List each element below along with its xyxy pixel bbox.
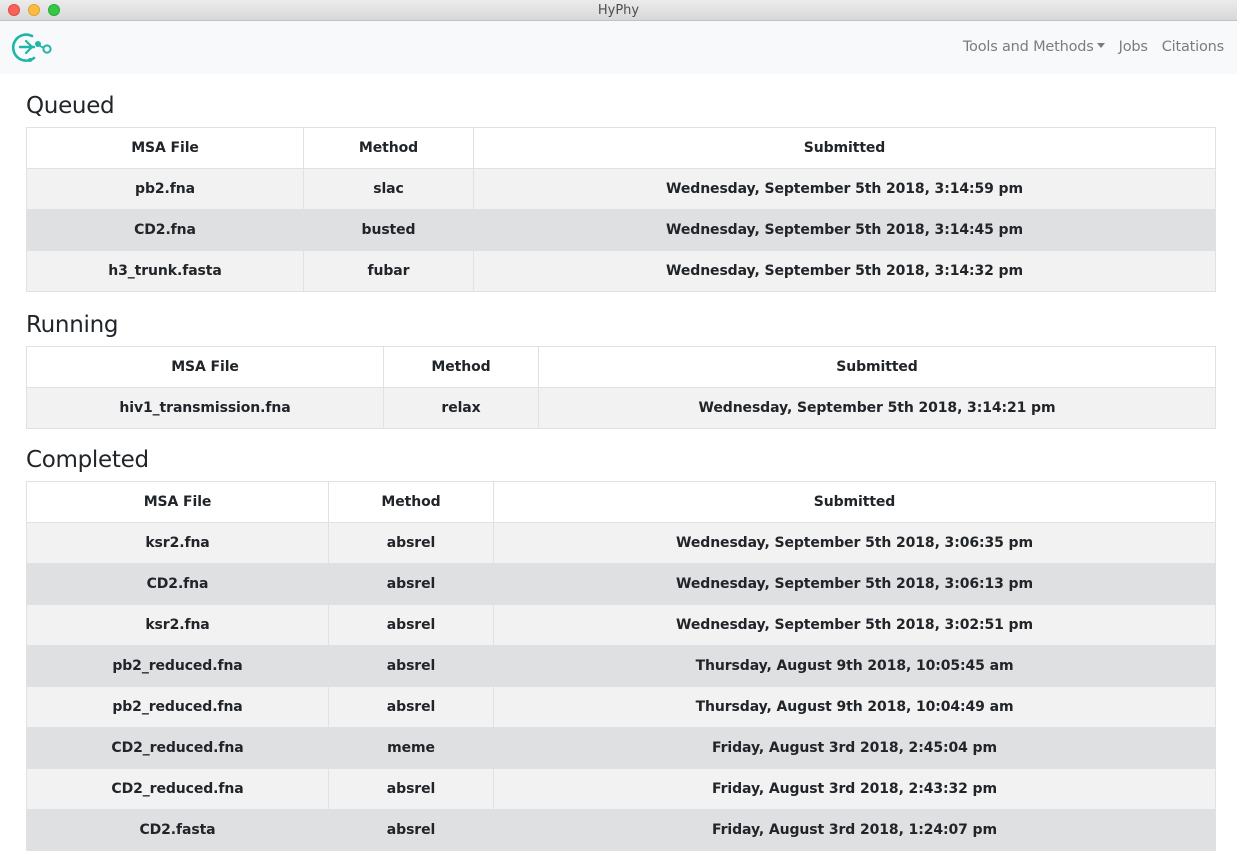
job-row[interactable]: CD2_reduced.fna absrel Friday, August 3rd … — [26, 768, 1216, 810]
job-row[interactable]: pb2_reduced.fna absrel Thursday, August 9t… — [26, 645, 1216, 687]
method-cell: busted — [303, 209, 474, 251]
method-cell: meme — [328, 727, 494, 769]
top-navbar: Tools and Methods Jobs Citations — [0, 21, 1237, 74]
nav-links: Tools and Methods Jobs Citations — [949, 39, 1224, 55]
nav-citations[interactable]: Citations — [1162, 39, 1224, 55]
job-row[interactable]: CD2.fasta absrel Friday, August 3rd 2018, … — [26, 809, 1216, 851]
msa-file-cell: CD2.fna — [26, 209, 304, 251]
method-cell: slac — [303, 168, 474, 210]
msa-file-cell: pb2_reduced.fna — [26, 645, 329, 687]
method-cell: absrel — [328, 686, 494, 728]
job-row[interactable]: ksr2.fna absrel Wednesday, September 5th 2… — [26, 522, 1216, 564]
column-header-method[interactable]: Method — [303, 127, 474, 169]
submitted-cell: Thursday, August 9th 2018, 10:04:49 am — [493, 686, 1216, 728]
msa-file-cell: ksr2.fna — [26, 522, 329, 564]
method-cell: relax — [383, 387, 539, 429]
queued-jobs-table: MSA File Method Submitted pb2.fna slac Wed… — [26, 127, 1216, 292]
submitted-cell: Friday, August 3rd 2018, 1:24:07 pm — [493, 809, 1216, 851]
submitted-cell: Wednesday, September 5th 2018, 3:02:51 p… — [493, 604, 1216, 646]
msa-file-cell: CD2.fna — [26, 563, 329, 605]
method-cell: absrel — [328, 645, 494, 687]
job-row[interactable]: pb2.fna slac Wednesday, September 5th 2018… — [26, 168, 1216, 210]
column-header-submitted[interactable]: Submitted — [493, 481, 1216, 523]
hyphy-logo-icon[interactable] — [10, 30, 54, 64]
job-row[interactable]: CD2_reduced.fna meme Friday, August 3rd 20… — [26, 727, 1216, 769]
job-row[interactable]: CD2.fna busted Wednesday, September 5th 20… — [26, 209, 1216, 251]
method-cell: absrel — [328, 563, 494, 605]
window-title: HyPhy — [597, 3, 640, 18]
msa-file-cell: pb2.fna — [26, 168, 304, 210]
nav-tools-and-methods[interactable]: Tools and Methods — [963, 39, 1105, 55]
method-cell: fubar — [303, 250, 474, 292]
submitted-cell: Wednesday, September 5th 2018, 3:14:45 p… — [473, 209, 1216, 251]
caret-down-icon — [1096, 43, 1105, 48]
column-header-submitted[interactable]: Submitted — [473, 127, 1216, 169]
job-row[interactable]: CD2.fna absrel Wednesday, September 5th 20… — [26, 563, 1216, 605]
submitted-cell: Wednesday, September 5th 2018, 3:14:59 p… — [473, 168, 1216, 210]
job-row[interactable]: hiv1_transmission.fna relax Wednesday, Sep… — [26, 387, 1216, 429]
msa-file-cell: CD2_reduced.fna — [26, 727, 329, 769]
completed-section-title: Completed — [26, 447, 149, 473]
submitted-cell: Thursday, August 9th 2018, 10:05:45 am — [493, 645, 1216, 687]
queued-section-title: Queued — [26, 93, 115, 119]
msa-file-cell: CD2_reduced.fna — [26, 768, 329, 810]
column-header-msa-file[interactable]: MSA File — [26, 127, 304, 169]
job-row[interactable]: h3_trunk.fasta fubar Wednesday, September … — [26, 250, 1216, 292]
column-header-submitted[interactable]: Submitted — [538, 346, 1216, 388]
method-cell: absrel — [328, 522, 494, 564]
submitted-cell: Friday, August 3rd 2018, 2:45:04 pm — [493, 727, 1216, 769]
running-jobs-table: MSA File Method Submitted hiv1_transmiss… — [26, 346, 1216, 429]
msa-file-cell: hiv1_transmission.fna — [26, 387, 384, 429]
submitted-cell: Wednesday, September 5th 2018, 3:06:35 p… — [493, 522, 1216, 564]
completed-jobs-table: MSA File Method Submitted ksr2.fna absrel… — [26, 481, 1216, 851]
submitted-cell: Wednesday, September 5th 2018, 3:06:13 p… — [493, 563, 1216, 605]
table-header-row: MSA File Method Submitted — [26, 127, 1216, 169]
msa-file-cell: ksr2.fna — [26, 604, 329, 646]
msa-file-cell: CD2.fasta — [26, 809, 329, 851]
table-header-row: MSA File Method Submitted — [26, 346, 1216, 388]
nav-tools-label: Tools and Methods — [962, 39, 1094, 55]
column-header-msa-file[interactable]: MSA File — [26, 346, 384, 388]
column-header-method[interactable]: Method — [383, 346, 539, 388]
running-section-title: Running — [26, 312, 119, 338]
method-cell: absrel — [328, 604, 494, 646]
table-header-row: MSA File Method Submitted — [26, 481, 1216, 523]
submitted-cell: Friday, August 3rd 2018, 2:43:32 pm — [493, 768, 1216, 810]
window-titlebar: HyPhy — [0, 0, 1237, 21]
msa-file-cell: h3_trunk.fasta — [26, 250, 304, 292]
column-header-method[interactable]: Method — [328, 481, 494, 523]
submitted-cell: Wednesday, September 5th 2018, 3:14:32 p… — [473, 250, 1216, 292]
nav-jobs[interactable]: Jobs — [1119, 39, 1148, 55]
msa-file-cell: pb2_reduced.fna — [26, 686, 329, 728]
method-cell: absrel — [328, 809, 494, 851]
method-cell: absrel — [328, 768, 494, 810]
submitted-cell: Wednesday, September 5th 2018, 3:14:21 p… — [538, 387, 1216, 429]
job-row[interactable]: pb2_reduced.fna absrel Thursday, August 9t… — [26, 686, 1216, 728]
job-row[interactable]: ksr2.fna absrel Wednesday, September 5th 2… — [26, 604, 1216, 646]
column-header-msa-file[interactable]: MSA File — [26, 481, 329, 523]
